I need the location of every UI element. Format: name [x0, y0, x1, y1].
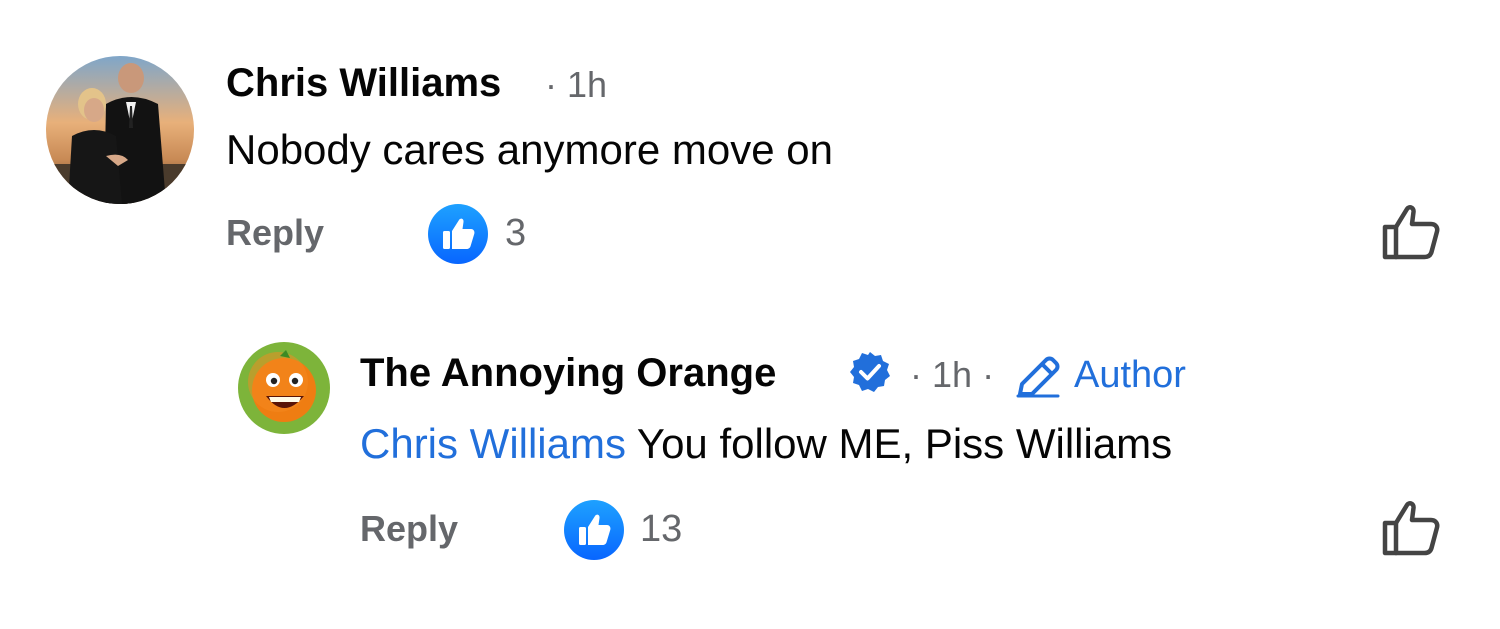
meta-separator: ·	[910, 354, 922, 395]
mention-link[interactable]: Chris Williams	[360, 420, 626, 467]
like-button[interactable]	[1380, 202, 1442, 262]
reply-button[interactable]: Reply	[226, 212, 324, 254]
comment-text-body: You follow ME, Piss Williams	[626, 420, 1173, 467]
meta-separator: ·	[982, 354, 995, 395]
comment-text: Chris Williams You follow ME, Piss Willi…	[360, 420, 1172, 468]
thumbs-up-icon	[579, 514, 611, 545]
reply-button[interactable]: Reply	[360, 508, 458, 550]
comment-chris-williams: Chris Williams · 1h Nobody cares anymore…	[0, 0, 1500, 290]
reaction-like-badge[interactable]	[428, 204, 488, 264]
author-tag: Author	[1074, 354, 1186, 396]
reaction-count[interactable]: 13	[640, 508, 682, 550]
comment-annoying-orange: The Annoying Orange · 1h · Author Chris …	[0, 290, 1500, 629]
avatar[interactable]	[238, 342, 330, 434]
meta-separator: ·	[545, 64, 557, 105]
avatar[interactable]	[46, 56, 194, 204]
like-button[interactable]	[1380, 498, 1442, 558]
comment-time[interactable]: 1h	[932, 354, 972, 395]
author-name-link[interactable]: The Annoying Orange	[360, 351, 776, 395]
comment-author-name: The Annoying Orange	[360, 350, 776, 396]
comment-meta: · 1h ·	[910, 352, 994, 398]
thumbs-up-outline-icon	[1382, 205, 1440, 260]
pencil-icon	[1014, 354, 1062, 398]
verified-badge-icon	[848, 350, 892, 394]
reaction-like-badge[interactable]	[564, 500, 624, 560]
comment-author-name[interactable]: Chris Williams	[226, 60, 501, 106]
reaction-count[interactable]: 3	[505, 212, 526, 254]
comment-time[interactable]: 1h	[567, 64, 607, 105]
comment-meta: · 1h	[545, 62, 607, 108]
comment-text: Nobody cares anymore move on	[226, 126, 833, 173]
thumbs-up-outline-icon	[1382, 501, 1440, 556]
avatar-orange	[238, 342, 330, 434]
thumbs-up-icon	[443, 218, 475, 249]
avatar-photo	[46, 56, 194, 204]
